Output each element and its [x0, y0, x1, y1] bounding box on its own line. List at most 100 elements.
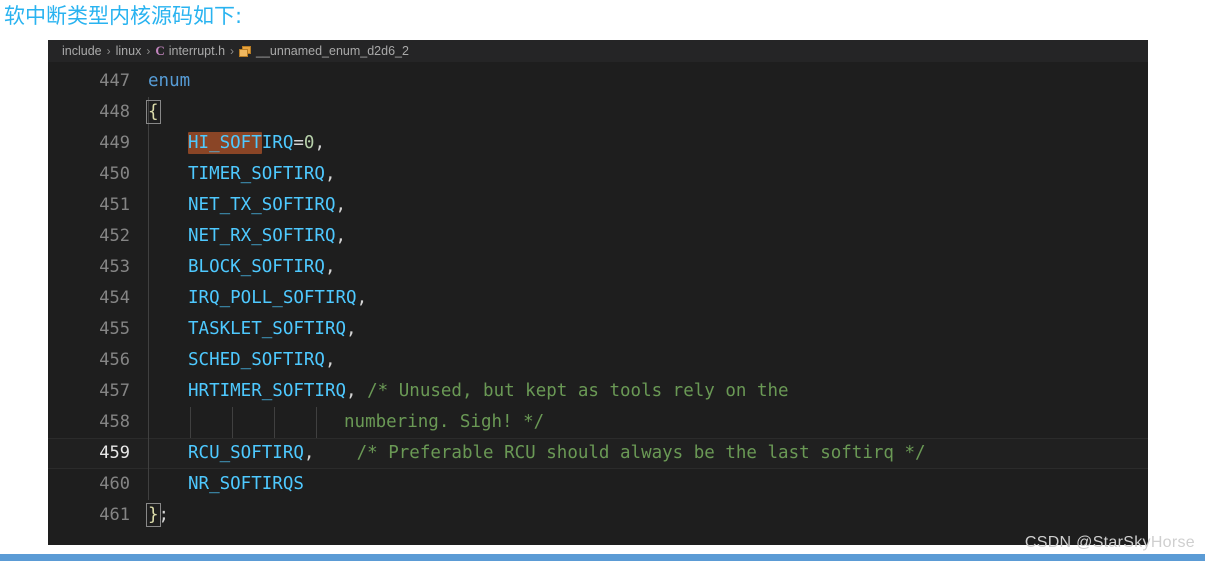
- code-line[interactable]: 461 };: [48, 500, 1148, 531]
- indent-guide: [274, 407, 275, 438]
- breadcrumb[interactable]: include › linux › C interrupt.h › __unna…: [48, 40, 1148, 62]
- code-line[interactable]: 456 SCHED_SOFTIRQ,: [48, 345, 1148, 376]
- breadcrumb-item-enum-symbol[interactable]: __unnamed_enum_d2d6_2: [256, 44, 409, 58]
- indent-guide: [148, 159, 149, 190]
- token-identifier: RCU_SOFTIRQ: [188, 443, 304, 463]
- line-number: 457: [99, 381, 130, 401]
- token-comment: /* Unused, but kept as tools rely on the: [367, 381, 789, 401]
- token-identifier: TIMER_SOFTIRQ: [188, 164, 325, 184]
- line-number: 449: [99, 133, 130, 153]
- indent-guide: [148, 283, 149, 314]
- code-line[interactable]: 458 numbering. Sigh! */: [48, 407, 1148, 438]
- code-line[interactable]: 451 NET_TX_SOFTIRQ,: [48, 190, 1148, 221]
- line-content: TASKLET_SOFTIRQ,: [188, 314, 357, 345]
- code-line[interactable]: 452 NET_RX_SOFTIRQ,: [48, 221, 1148, 252]
- code-line[interactable]: 453 BLOCK_SOFTIRQ,: [48, 252, 1148, 283]
- line-number: 447: [99, 71, 130, 91]
- token-identifier: IRQ_POLL_SOFTIRQ: [188, 288, 357, 308]
- indent-guide: [148, 469, 149, 500]
- editor-code-area[interactable]: 447 enum 448 { 449 HI_SOFTIRQ=0, 450 TIM…: [48, 62, 1148, 545]
- token-identifier: TASKLET_SOFTIRQ: [188, 319, 347, 339]
- token-identifier: SCHED_SOFTIRQ: [188, 350, 325, 370]
- indent-guide: [148, 252, 149, 283]
- line-number: 451: [99, 195, 130, 215]
- indent-guide: [148, 376, 149, 407]
- line-content: NR_SOFTIRQS: [188, 469, 304, 500]
- token-semicolon: ;: [158, 505, 170, 525]
- line-content: BLOCK_SOFTIRQ,: [188, 252, 336, 283]
- code-line[interactable]: 454 IRQ_POLL_SOFTIRQ,: [48, 283, 1148, 314]
- indent-guide: [190, 407, 191, 438]
- token-identifier: BLOCK_SOFTIRQ: [188, 257, 325, 277]
- code-line-active[interactable]: 459 RCU_SOFTIRQ, /* Preferable RCU shoul…: [48, 438, 1148, 469]
- token-open-brace: {: [146, 100, 161, 124]
- code-line[interactable]: 457 HRTIMER_SOFTIRQ, /* Unused, but kept…: [48, 376, 1148, 407]
- breadcrumb-separator-icon: ›: [230, 44, 235, 58]
- line-number: 459: [99, 443, 130, 463]
- breadcrumb-separator-icon: ›: [146, 44, 151, 58]
- line-number: 448: [99, 102, 130, 122]
- line-content: enum: [148, 66, 190, 97]
- token-comma: ,: [346, 381, 357, 401]
- breadcrumb-separator-icon: ›: [106, 44, 111, 58]
- code-line[interactable]: 448 {: [48, 97, 1148, 128]
- code-line[interactable]: 455 TASKLET_SOFTIRQ,: [48, 314, 1148, 345]
- token-comma: ,: [324, 164, 336, 184]
- line-content: RCU_SOFTIRQ, /* Preferable RCU should al…: [188, 438, 926, 469]
- line-number: 461: [99, 505, 130, 525]
- token-identifier: NET_TX_SOFTIRQ: [188, 195, 336, 215]
- breadcrumb-item-include[interactable]: include: [62, 44, 102, 58]
- indent-guide: [148, 438, 149, 469]
- line-content: HRTIMER_SOFTIRQ, /* Unused, but kept as …: [188, 376, 789, 407]
- token-comma: ,: [346, 319, 357, 339]
- token-comma: ,: [314, 133, 326, 153]
- code-line[interactable]: 447 enum: [48, 66, 1148, 97]
- token-comma: ,: [335, 226, 347, 246]
- line-content: NET_TX_SOFTIRQ,: [188, 190, 346, 221]
- token-identifier: IRQ: [261, 133, 294, 153]
- token-keyword: enum: [148, 71, 191, 91]
- token-comment: /* Preferable RCU should always be the l…: [356, 443, 926, 463]
- line-number: 454: [99, 288, 130, 308]
- token-comma: ,: [303, 443, 315, 463]
- breadcrumb-item-interrupt-h[interactable]: interrupt.h: [169, 44, 225, 58]
- indent-guide: [148, 190, 149, 221]
- line-content: numbering. Sigh! */: [344, 407, 544, 438]
- token-identifier: NR_SOFTIRQS: [188, 474, 304, 494]
- token-comment: numbering. Sigh! */: [344, 412, 545, 432]
- line-number: 452: [99, 226, 130, 246]
- c-file-icon: C: [155, 43, 165, 58]
- token-comma: ,: [356, 288, 368, 308]
- page-title: 软中断类型内核源码如下:: [4, 4, 243, 28]
- line-number: 458: [99, 412, 130, 432]
- breadcrumb-item-linux[interactable]: linux: [116, 44, 142, 58]
- enum-icon: [239, 45, 252, 57]
- indent-guide: [316, 407, 317, 438]
- line-content: NET_RX_SOFTIRQ,: [188, 221, 346, 252]
- watermark: CSDN @StarSkyHorse: [1024, 534, 1195, 551]
- token-comma: ,: [324, 257, 336, 277]
- token-identifier: HRTIMER_SOFTIRQ: [188, 381, 347, 401]
- line-content: IRQ_POLL_SOFTIRQ,: [188, 283, 367, 314]
- indent-guide: [148, 314, 149, 345]
- token-close-brace: }: [146, 503, 161, 527]
- code-editor-panel: include › linux › C interrupt.h › __unna…: [48, 40, 1148, 545]
- code-line[interactable]: 460 NR_SOFTIRQS: [48, 469, 1148, 500]
- indent-guide: [148, 128, 149, 159]
- indent-guide: [232, 407, 233, 438]
- line-number: 460: [99, 474, 130, 494]
- token-comma: ,: [335, 195, 347, 215]
- code-line[interactable]: 450 TIMER_SOFTIRQ,: [48, 159, 1148, 190]
- line-content: };: [146, 500, 170, 531]
- bottom-divider: [0, 554, 1205, 561]
- token-equals: =: [293, 133, 304, 153]
- line-number: 455: [99, 319, 130, 339]
- code-line[interactable]: 449 HI_SOFTIRQ=0,: [48, 128, 1148, 159]
- indent-guide: [148, 407, 149, 438]
- line-number: 450: [99, 164, 130, 184]
- token-highlighted-selection: HI_SOFT: [188, 132, 262, 154]
- line-content: {: [146, 97, 161, 128]
- token-number: 0: [303, 133, 315, 153]
- token-comma: ,: [324, 350, 336, 370]
- indent-guide: [148, 221, 149, 252]
